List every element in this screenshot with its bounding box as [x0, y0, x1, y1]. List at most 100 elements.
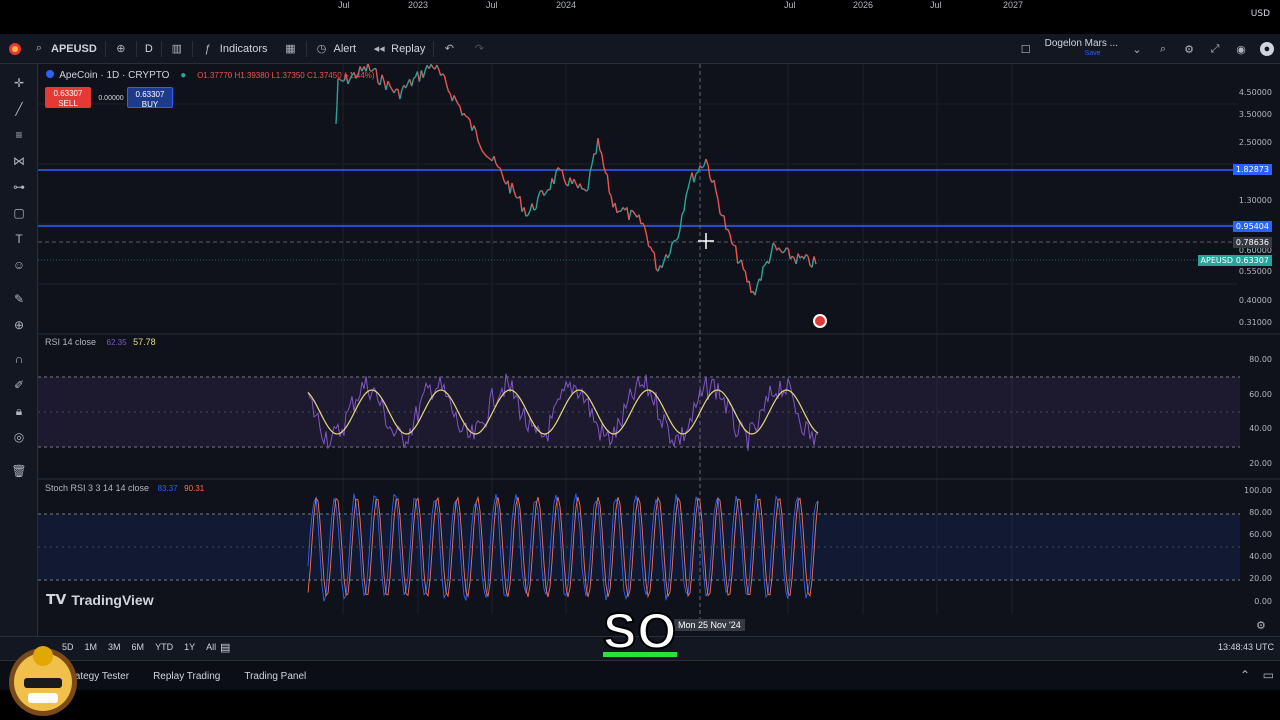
price-candle — [687, 180, 691, 189]
price-candle — [644, 227, 648, 236]
price-candle — [453, 95, 457, 101]
panel-tab-trading-panel[interactable]: Trading Panel — [244, 671, 306, 682]
plus-circle-icon: ⊕ — [116, 43, 126, 55]
layout-icon[interactable]: ☐ — [1019, 42, 1033, 56]
date-range-icon[interactable]: ▤ — [220, 641, 230, 654]
crosshair-tool-icon[interactable]: ✛ — [10, 74, 28, 92]
utc-clock[interactable]: 13:48:43 UTC — [1218, 642, 1274, 652]
price-candle — [385, 80, 389, 91]
maximize-panel-icon[interactable]: ▭ — [1263, 668, 1274, 682]
tv-logo-icon: 𝗧𝗩 — [46, 591, 67, 607]
price-candle — [410, 78, 415, 87]
bottom-panel-bar: Strategy Tester Replay Trading Trading Pan… — [0, 660, 1280, 690]
stoch-axis-label: 100.00 — [1244, 486, 1272, 495]
price-candle — [707, 164, 711, 179]
profile-icon[interactable]: ● — [1260, 42, 1274, 56]
trendline-tool-icon[interactable]: ╱ — [10, 100, 28, 118]
fullscreen-icon[interactable]: ⤢ — [1208, 42, 1222, 56]
timeframe-all[interactable]: All — [206, 642, 216, 652]
stoch-axis-label: 60.00 — [1249, 530, 1272, 539]
price-candle — [473, 125, 477, 132]
quick-search-icon[interactable]: ⌕ — [1156, 42, 1170, 56]
buy-button[interactable]: 0.63307 BUY — [127, 87, 173, 109]
rsi-axis-label: 80.00 — [1249, 355, 1272, 364]
tradingview-logo[interactable]: 𝗧𝗩 TradingView — [46, 591, 154, 608]
price-candle — [673, 239, 677, 242]
time-axis-label: Jul — [784, 0, 796, 10]
shape-tool-icon[interactable]: ▢ — [10, 204, 28, 222]
axis-settings-icon[interactable]: ⚙ — [1256, 619, 1266, 632]
lower-line-tag: 0.95404 — [1232, 221, 1272, 232]
timeframe-ytd[interactable]: YTD — [155, 642, 173, 652]
lock-icon[interactable]: 🔒︎ — [10, 402, 28, 420]
symbol-search-button[interactable]: ⌕ APEUSD — [30, 34, 105, 64]
collapse-up-icon[interactable]: ⌃ — [1240, 668, 1250, 682]
price-candle — [748, 280, 752, 293]
fib-tool-icon[interactable]: ≡ — [10, 126, 28, 144]
timeframe-3m[interactable]: 3M — [108, 642, 121, 652]
price-candle — [723, 215, 727, 230]
settings-icon[interactable]: ⚙ — [1182, 42, 1196, 56]
price-candle — [782, 250, 786, 254]
sell-button[interactable]: 0.63307 SELL — [45, 87, 91, 108]
price-candle — [727, 229, 731, 235]
camera-icon[interactable]: ◉ — [1234, 42, 1248, 56]
alert-button[interactable]: ◷ Alert — [307, 34, 365, 64]
pattern-tool-icon[interactable]: ⋈ — [10, 152, 28, 170]
magnet-icon[interactable]: ∩ — [10, 350, 28, 368]
grid-icon: ▦ — [285, 43, 296, 55]
price-candle — [734, 245, 739, 264]
price-candle — [795, 253, 799, 264]
price-candle — [744, 270, 748, 283]
price-candle — [762, 264, 766, 268]
price-candle — [485, 155, 489, 158]
zoom-icon[interactable]: ⊕ — [10, 316, 28, 334]
price-candle — [513, 190, 517, 198]
price-candle — [778, 247, 782, 252]
price-candle — [756, 278, 760, 287]
chart-type-button[interactable]: ▥ — [162, 34, 192, 64]
emoji-tool-icon[interactable]: ☺ — [10, 256, 28, 274]
price-candle — [499, 167, 503, 174]
price-candle — [389, 85, 393, 90]
projection-tool-icon[interactable]: ⊶ — [10, 178, 28, 196]
price-candle — [381, 74, 385, 82]
currency-label[interactable]: USD — [1251, 9, 1270, 19]
replay-button[interactable]: ◂◂ Replay — [364, 34, 433, 64]
price-axis-label: 0.40000 — [1238, 296, 1272, 305]
price-candle — [681, 210, 685, 215]
templates-button[interactable]: ▦ — [276, 34, 306, 64]
eye-icon[interactable]: ◎ — [10, 428, 28, 446]
indicators-button[interactable]: ƒ Indicators — [193, 34, 276, 64]
chevron-down-icon[interactable]: ⌄ — [1130, 42, 1144, 56]
compare-button[interactable]: ⊕ — [106, 34, 136, 64]
redo-button[interactable]: ↷ — [464, 34, 494, 64]
price-candle — [614, 202, 618, 213]
price-candle — [791, 255, 795, 259]
timeframe-1m[interactable]: 1M — [85, 642, 98, 652]
timeframe-1y[interactable]: 1Y — [184, 642, 195, 652]
trash-icon[interactable]: 🗑︎ — [10, 462, 28, 480]
lock-drawing-icon[interactable]: ✐ — [10, 376, 28, 394]
price-candle — [653, 252, 657, 270]
account-menu[interactable]: Dogelon Mars ... Save — [1045, 39, 1118, 59]
timeframe-6m[interactable]: 6M — [132, 642, 145, 652]
main-legend[interactable]: ApeCoin · 1D · CRYPTO ● O1.37770 H1.3938… — [46, 70, 375, 81]
interval-button[interactable]: D — [137, 34, 161, 64]
price-candle — [413, 76, 416, 80]
ruler-icon[interactable]: ✎ — [10, 290, 28, 308]
indicators-icon: ƒ — [204, 42, 211, 55]
notifications-button[interactable] — [0, 34, 30, 64]
rsi-axis-label: 40.00 — [1249, 424, 1272, 433]
last-price-tag: 0.63307 — [1232, 255, 1272, 266]
ohlc-values: O1.37770 H1.39380 L1.37350 C1.37450 (-1.… — [197, 71, 375, 80]
rsi-legend[interactable]: RSI 14 close 62.35 57.78 — [45, 337, 156, 347]
symbol-name: APEUSD — [51, 42, 97, 55]
undo-button[interactable]: ↶ — [434, 34, 464, 64]
price-candle — [740, 259, 745, 270]
price-candle — [805, 253, 809, 257]
panel-tab-replay-trading[interactable]: Replay Trading — [153, 671, 220, 682]
chart-canvas[interactable]: ApeCoin · 1D · CRYPTO ● O1.37770 H1.3938… — [38, 9, 1280, 660]
stoch-legend[interactable]: Stoch RSI 3 3 14 14 close 83.37 90.31 — [45, 483, 204, 493]
text-tool-icon[interactable]: T — [10, 230, 28, 248]
